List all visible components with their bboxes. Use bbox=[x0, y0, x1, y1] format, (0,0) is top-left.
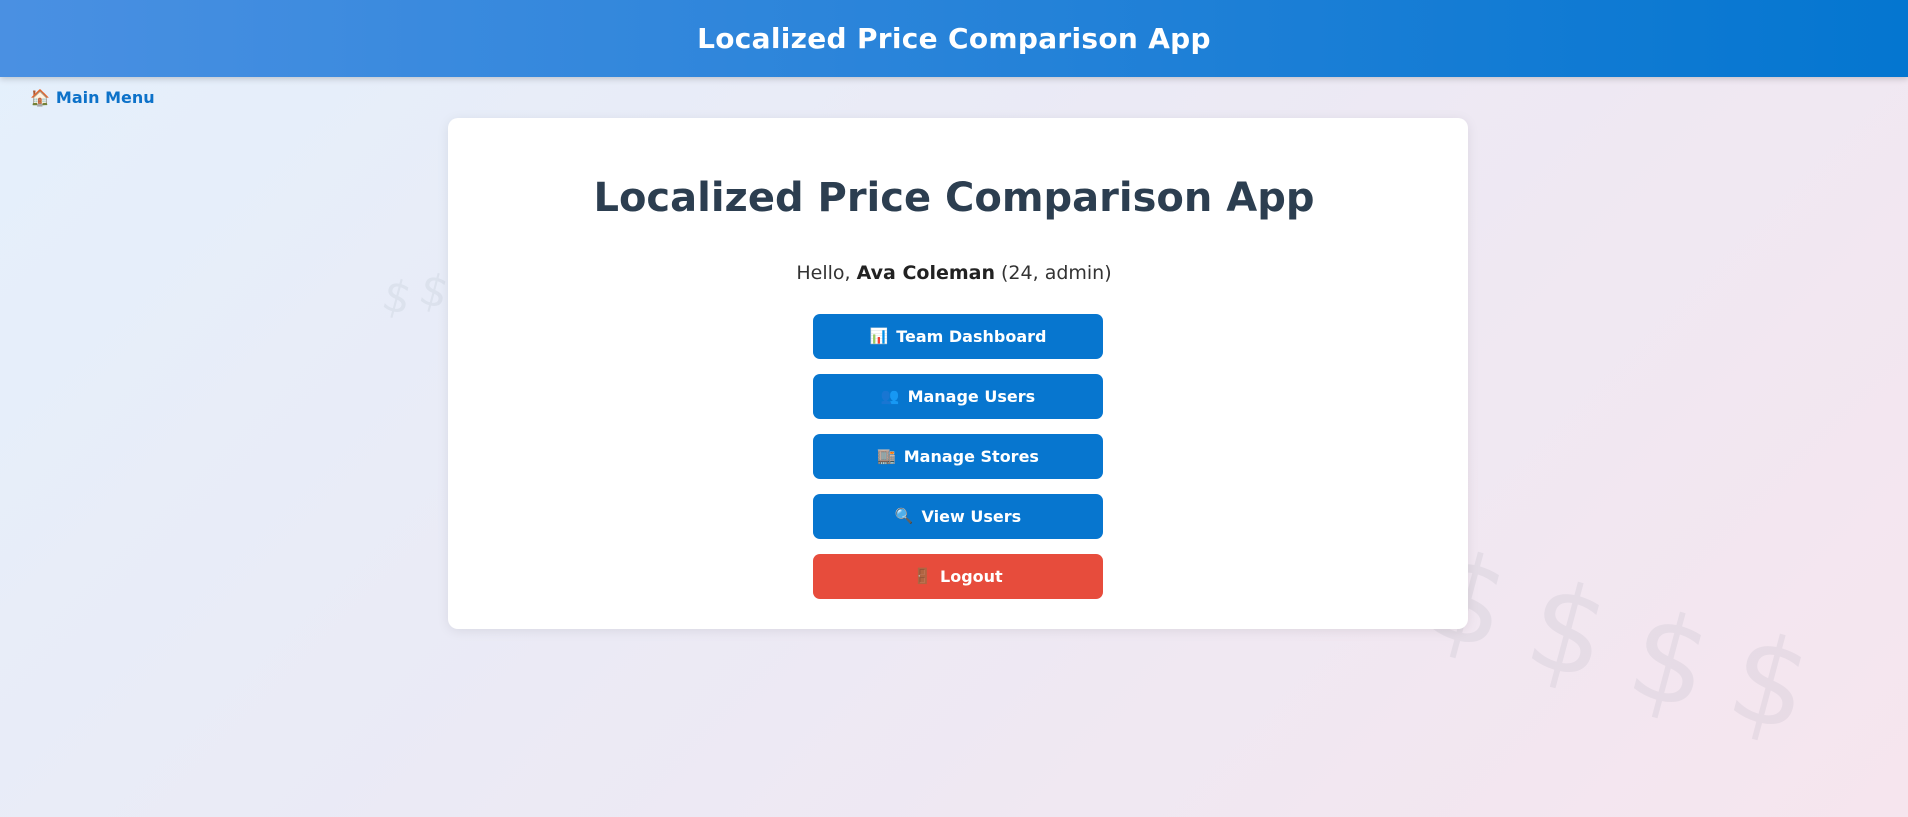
user-details: (24, admin) bbox=[994, 262, 1112, 284]
user-greeting: Hello, Ava Coleman (24, admin) bbox=[0, 262, 1908, 284]
main-menu-label: Main Menu bbox=[55, 88, 155, 107]
dollar-watermark-icon: $ bbox=[1513, 554, 1624, 709]
manage-stores-label: Manage Stores bbox=[903, 447, 1039, 466]
dollar-watermark-icon: $ bbox=[1715, 606, 1826, 761]
team-dashboard-button[interactable]: 📊 Team Dashboard bbox=[813, 314, 1103, 359]
store-icon: 🏬 bbox=[877, 447, 896, 465]
manage-users-label: Manage Users bbox=[907, 387, 1036, 406]
view-users-button[interactable]: 🔍 View Users bbox=[813, 494, 1103, 539]
house-icon: 🏠 bbox=[30, 87, 50, 107]
team-dashboard-label: Team Dashboard bbox=[896, 327, 1047, 346]
logout-button[interactable]: 🚪 Logout bbox=[813, 554, 1103, 599]
logout-label: Logout bbox=[940, 567, 1003, 586]
users-icon: 👥 bbox=[880, 387, 900, 405]
door-icon: 🚪 bbox=[913, 567, 932, 585]
app-header: Localized Price Comparison App bbox=[0, 0, 1908, 77]
page-title: Localized Price Comparison App bbox=[593, 175, 1315, 221]
chart-icon: 📊 bbox=[869, 327, 889, 345]
dollar-watermark-icon: $ bbox=[1615, 584, 1726, 739]
manage-users-button[interactable]: 👥 Manage Users bbox=[813, 374, 1103, 419]
greeting-prefix: Hello, bbox=[796, 262, 857, 284]
search-icon: 🔍 bbox=[894, 507, 914, 525]
manage-stores-button[interactable]: 🏬 Manage Stores bbox=[813, 434, 1103, 479]
header-title: Localized Price Comparison App bbox=[697, 22, 1211, 55]
main-menu-link[interactable]: 🏠 Main Menu bbox=[30, 88, 155, 107]
user-name: Ava Coleman bbox=[856, 262, 995, 284]
view-users-label: View Users bbox=[921, 507, 1022, 526]
